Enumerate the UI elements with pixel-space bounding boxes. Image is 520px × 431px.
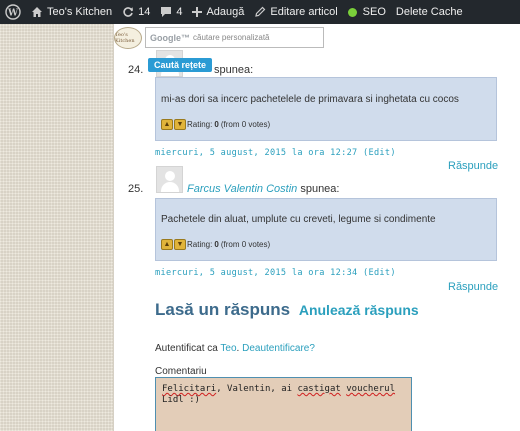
comment-number: 24. (128, 64, 144, 76)
thumbs-down-icon[interactable]: ▼ (174, 119, 186, 130)
comment-author-link[interactable]: Farcus Valentin Costin (187, 183, 297, 195)
add-new-label: Adaugă (206, 6, 245, 18)
rating-value: 0 (214, 120, 219, 129)
rating-votes: (from 0 votes) (220, 120, 271, 129)
admin-bar: W Teo's Kitchen 14 4 Adaugă Editare arti… (0, 0, 520, 24)
linen-background (0, 0, 113, 431)
rating-label: Rating: (187, 120, 213, 129)
site-logo[interactable]: Teo's Kitchen (114, 27, 142, 49)
comment-bubble-icon (161, 7, 172, 17)
says-label: spunea: (300, 183, 340, 195)
seo-status-dot (347, 7, 357, 17)
reply-link[interactable]: Răspunde (448, 281, 498, 293)
comment-text: mi-as dori sa incerc pachetelele de prim… (161, 94, 459, 105)
updates-count: 14 (138, 6, 151, 18)
plus-icon (192, 7, 203, 17)
reply-link[interactable]: Răspunde (448, 160, 498, 172)
reply-title-text: Lasă un răspuns (155, 300, 291, 319)
updates-icon (123, 7, 134, 17)
site-logo-text: Teo's Kitchen (115, 32, 135, 44)
delete-cache-link[interactable]: Delete Cache (391, 0, 468, 24)
comment-text: Pachetele din aluat, umplute cu creveti,… (161, 214, 436, 225)
google-label: Google™ (150, 32, 190, 43)
comment-textarea-line: Felicitari, Valentin, ai castigat vouche… (162, 384, 396, 394)
wordpress-logo-button[interactable]: W (0, 0, 26, 24)
comment-body: Pachetele din aluat, umplute cu creveti,… (155, 198, 497, 261)
rating-votes: (from 0 votes) (220, 240, 271, 249)
comment-label: Comentariu (155, 366, 207, 377)
thumbs-down-icon[interactable]: ▼ (174, 239, 186, 250)
search-placeholder: căutare personalizată (193, 33, 270, 42)
comments-link[interactable]: 4 (155, 0, 187, 24)
comment-number: 25. (128, 183, 144, 195)
comment-says: spunea: (214, 64, 253, 76)
says-label: spunea: (214, 64, 254, 76)
comment-rating: ▲ ▼ Rating: 0 (from 0 votes) (161, 119, 270, 130)
svg-text:W: W (7, 9, 19, 19)
search-input[interactable]: Google™ căutare personalizată (145, 27, 324, 48)
seo-label: SEO (362, 6, 386, 18)
comment-rating: ▲ ▼ Rating: 0 (from 0 votes) (161, 239, 270, 250)
logged-in-as: Autentificat ca Teo. Deautentificare? (155, 343, 315, 354)
comment-date-link[interactable]: miercuri, 5 august, 2015 la ora 12:27 (E… (155, 148, 396, 158)
cancel-reply-link[interactable]: Anulează răspuns (299, 302, 419, 318)
logged-in-prefix: Autentificat ca (155, 343, 218, 354)
delete-cache-label: Delete Cache (395, 6, 463, 18)
updates-link[interactable]: 14 (117, 0, 155, 24)
avatar (156, 166, 183, 193)
add-new-link[interactable]: Adaugă (187, 0, 249, 24)
profile-link[interactable]: Teo (220, 343, 236, 354)
seo-link[interactable]: SEO (343, 0, 391, 24)
search-button[interactable]: Caută rețete (148, 58, 212, 72)
pencil-icon (255, 6, 266, 17)
rating-label: Rating: (187, 240, 213, 249)
logout-link[interactable]: Deautentificare? (242, 343, 315, 354)
home-icon (32, 7, 42, 17)
comments-count: 4 (176, 6, 183, 18)
site-name: Teo's Kitchen (47, 6, 113, 18)
wordpress-icon: W (5, 4, 21, 20)
comment-body: mi-as dori sa incerc pachetelele de prim… (155, 77, 497, 141)
comment-textarea-line: Lidl :) (162, 395, 200, 405)
comment-textarea[interactable]: Felicitari, Valentin, ai castigat vouche… (155, 377, 412, 431)
rating-value: 0 (214, 240, 219, 249)
site-name-link[interactable]: Teo's Kitchen (26, 0, 117, 24)
reply-title: Lasă un răspuns Anulează răspuns (155, 300, 419, 320)
thumbs-up-icon[interactable]: ▲ (161, 239, 173, 250)
comment-says: Farcus Valentin Costin spunea: (187, 183, 339, 195)
edit-post-label: Editare articol (270, 6, 338, 18)
comment-date-link[interactable]: miercuri, 5 august, 2015 la ora 12:34 (E… (155, 268, 396, 278)
thumbs-up-icon[interactable]: ▲ (161, 119, 173, 130)
edit-post-link[interactable]: Editare articol (249, 0, 342, 24)
